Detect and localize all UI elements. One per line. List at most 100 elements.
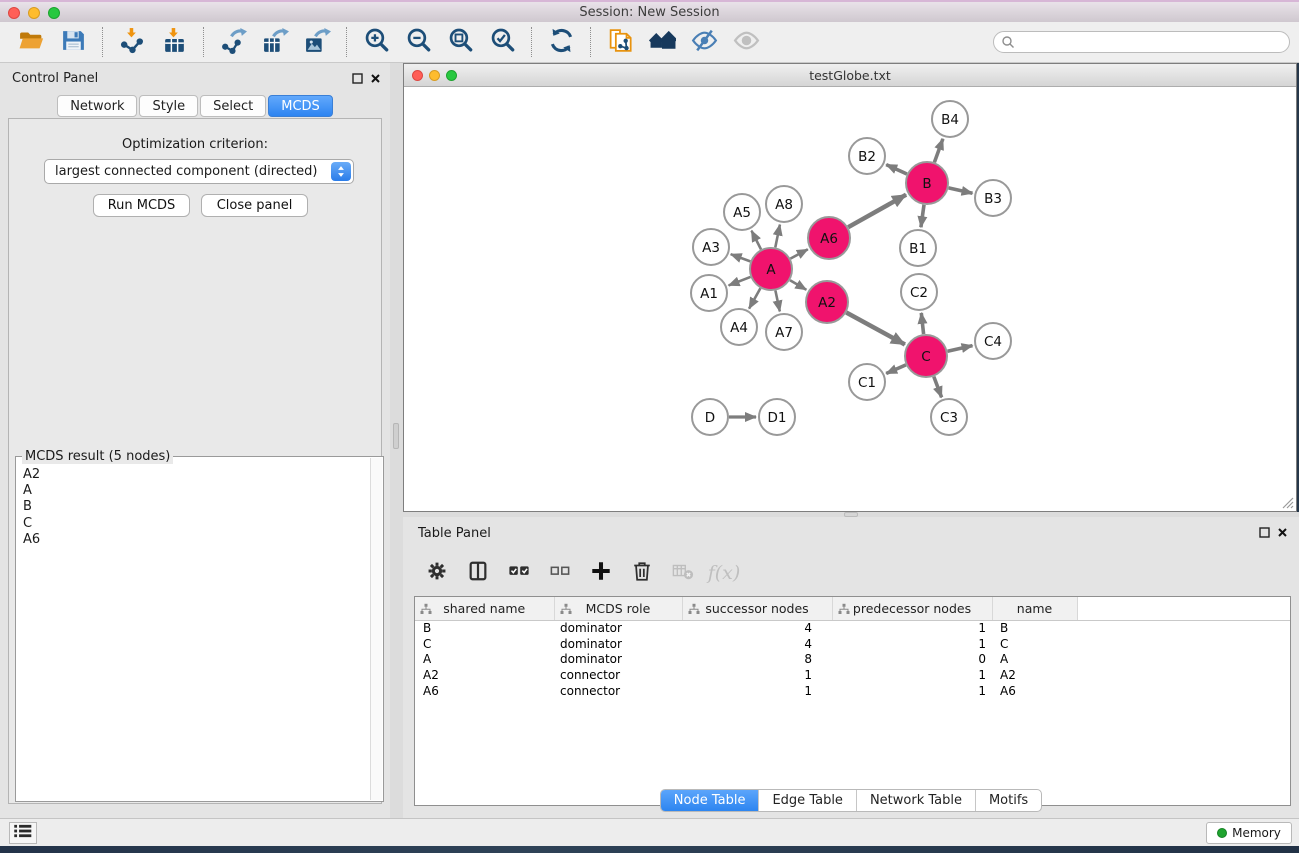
cell-predecessor-nodes[interactable]: 0 <box>832 651 992 667</box>
table-close-panel-icon[interactable] <box>1276 526 1289 539</box>
column-header-MCDS-role[interactable]: MCDS role <box>554 597 682 620</box>
edge-B-B4[interactable] <box>934 139 943 163</box>
edge-B-B3[interactable] <box>949 188 973 193</box>
memory-button[interactable]: Memory <box>1206 822 1292 844</box>
cell-shared-name[interactable]: A <box>415 651 554 667</box>
cell-successor-nodes[interactable]: 8 <box>682 651 832 667</box>
edge-A6-B[interactable] <box>848 195 906 228</box>
close-panel-button[interactable]: Close panel <box>201 194 308 217</box>
edge-A-A4[interactable] <box>749 288 760 308</box>
import-network-button[interactable] <box>111 24 153 60</box>
cell-mcds-role[interactable]: dominator <box>554 636 682 652</box>
cell-predecessor-nodes[interactable]: 1 <box>832 683 992 699</box>
mcds-result-item[interactable]: A6 <box>23 532 363 548</box>
cell-mcds-role[interactable]: connector <box>554 667 682 683</box>
cell-predecessor-nodes[interactable]: 1 <box>832 636 992 652</box>
table-row[interactable]: Bdominator41B <box>415 620 1290 636</box>
mcds-result-item[interactable]: A <box>23 483 363 499</box>
edge-C-C3[interactable] <box>934 377 942 398</box>
network-minimize-button[interactable] <box>429 70 440 81</box>
edge-B-B2[interactable] <box>886 165 907 174</box>
table-row[interactable]: A6connector11A6 <box>415 683 1290 699</box>
edge-C-C4[interactable] <box>948 346 973 352</box>
show-columns-button[interactable] <box>466 561 490 585</box>
column-header-name[interactable]: name <box>992 597 1077 620</box>
export-network-button[interactable] <box>212 24 254 60</box>
network-canvas[interactable]: B4B2BB3A5A8A6B1A3AA1C2A2A4A7CC1C4C3DD1 <box>404 87 1296 511</box>
search-input[interactable] <box>993 31 1290 53</box>
network-window-titlebar[interactable]: testGlobe.txt <box>404 64 1296 87</box>
table-row[interactable]: Adominator80A <box>415 651 1290 667</box>
cell-predecessor-nodes[interactable]: 1 <box>832 620 992 636</box>
save-session-button[interactable] <box>52 24 94 60</box>
column-header-predecessor-nodes[interactable]: predecessor nodes <box>832 597 992 620</box>
maximize-window-button[interactable] <box>48 7 60 19</box>
tab-mcds[interactable]: MCDS <box>268 95 333 117</box>
toggle-graphics-details-button[interactable] <box>683 24 725 60</box>
zoom-in-button[interactable] <box>355 24 397 60</box>
zoom-fit-button[interactable] <box>439 24 481 60</box>
network-maximize-button[interactable] <box>446 70 457 81</box>
edge-C-C1[interactable] <box>886 365 906 374</box>
cell-name[interactable]: B <box>992 620 1077 636</box>
open-session-button[interactable] <box>10 24 52 60</box>
cell-name[interactable]: A <box>992 651 1077 667</box>
criterion-dropdown[interactable]: largest connected component (directed) <box>44 159 354 184</box>
network-close-button[interactable] <box>412 70 423 81</box>
edge-A-A1[interactable] <box>729 277 751 286</box>
cell-successor-nodes[interactable]: 4 <box>682 620 832 636</box>
edge-A-A8[interactable] <box>775 225 780 248</box>
vertical-splitter-grip[interactable] <box>393 423 399 449</box>
new-column-button[interactable] <box>589 561 613 585</box>
table-row[interactable]: Cdominator41C <box>415 636 1290 652</box>
mcds-result-item[interactable]: B <box>23 499 363 515</box>
tab-network-table[interactable]: Network Table <box>857 790 976 811</box>
tab-node-table[interactable]: Node Table <box>661 790 760 811</box>
cell-name[interactable]: A2 <box>992 667 1077 683</box>
minimize-window-button[interactable] <box>28 7 40 19</box>
cell-name[interactable]: C <box>992 636 1077 652</box>
run-mcds-button[interactable]: Run MCDS <box>93 194 190 217</box>
edge-A-A6[interactable] <box>790 249 807 258</box>
vertical-splitter[interactable] <box>390 63 403 820</box>
table-float-panel-icon[interactable] <box>1258 526 1271 539</box>
edge-A-A3[interactable] <box>731 254 751 261</box>
cell-mcds-role[interactable]: dominator <box>554 651 682 667</box>
export-image-button[interactable] <box>296 24 338 60</box>
cell-name[interactable]: A6 <box>992 683 1077 699</box>
zoom-selected-button[interactable] <box>481 24 523 60</box>
cell-shared-name[interactable]: C <box>415 636 554 652</box>
network-from-clipboard-button[interactable] <box>599 24 641 60</box>
deselect-all-button[interactable] <box>548 561 572 585</box>
result-scrollbar[interactable] <box>370 458 382 800</box>
cell-successor-nodes[interactable]: 1 <box>682 667 832 683</box>
edge-A-A2[interactable] <box>790 280 806 290</box>
float-panel-icon[interactable] <box>351 72 364 85</box>
close-window-button[interactable] <box>8 7 20 19</box>
tab-motifs[interactable]: Motifs <box>976 790 1041 811</box>
task-history-button[interactable] <box>9 822 37 844</box>
cell-successor-nodes[interactable]: 4 <box>682 636 832 652</box>
export-table-button[interactable] <box>254 24 296 60</box>
cell-shared-name[interactable]: A6 <box>415 683 554 699</box>
mcds-result-list[interactable]: A2ABCA6 <box>17 463 369 799</box>
tab-select[interactable]: Select <box>200 95 266 117</box>
cell-shared-name[interactable]: A2 <box>415 667 554 683</box>
edge-A-A5[interactable] <box>752 231 762 250</box>
cell-shared-name[interactable]: B <box>415 620 554 636</box>
edge-A2-C[interactable] <box>846 313 905 345</box>
mcds-result-item[interactable]: A2 <box>23 467 363 483</box>
select-all-button[interactable] <box>507 561 531 585</box>
zoom-out-button[interactable] <box>397 24 439 60</box>
cell-predecessor-nodes[interactable]: 1 <box>832 667 992 683</box>
delete-columns-button[interactable] <box>630 561 654 585</box>
close-panel-icon[interactable] <box>369 72 382 85</box>
tab-style[interactable]: Style <box>139 95 198 117</box>
cell-mcds-role[interactable]: dominator <box>554 620 682 636</box>
column-header-shared-name[interactable]: shared name <box>415 597 554 620</box>
cell-mcds-role[interactable]: connector <box>554 683 682 699</box>
edge-C-C2[interactable] <box>921 313 923 334</box>
column-header-successor-nodes[interactable]: successor nodes <box>682 597 832 620</box>
tab-network[interactable]: Network <box>57 95 137 117</box>
edge-A-A7[interactable] <box>775 291 779 312</box>
